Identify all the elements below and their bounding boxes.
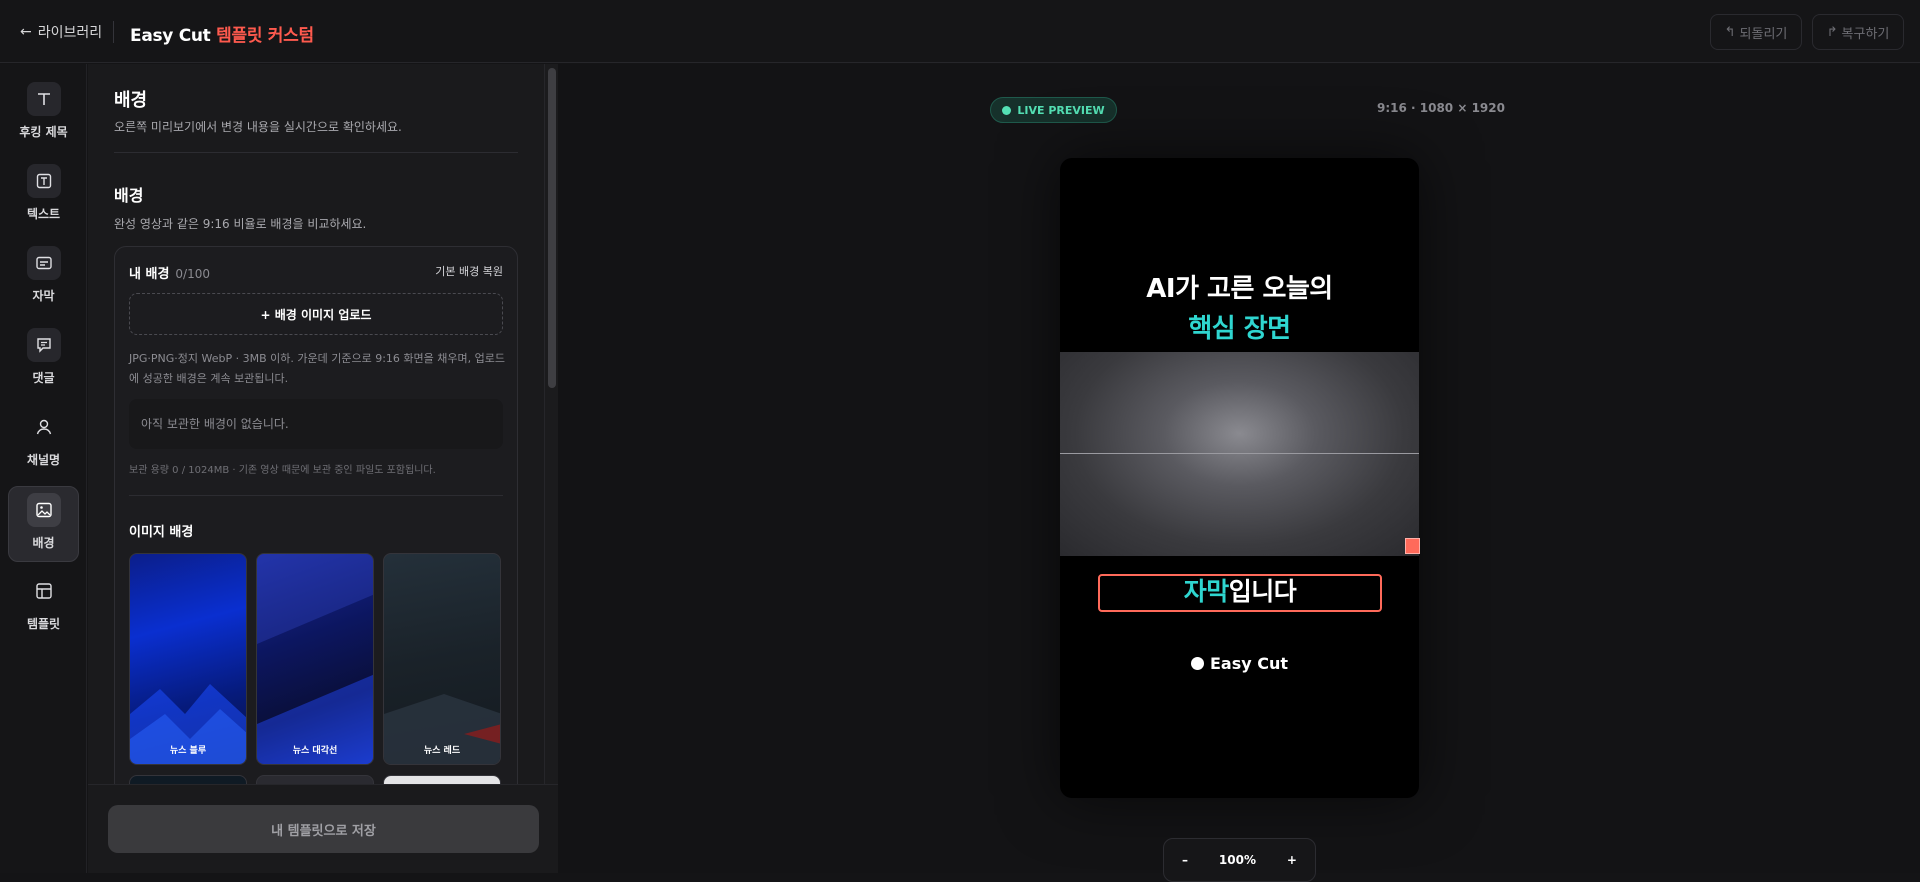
phone-preview: AI가 고른 오늘의 핵심 장면 자막입니다 Easy Cut	[1060, 158, 1419, 798]
background-settings-panel: 배경 오른쪽 미리보기에서 변경 내용을 실시간으로 확인하세요. 배경 완성 …	[88, 64, 548, 784]
title-main: Easy Cut	[130, 26, 211, 46]
zoom-out-button[interactable]: –	[1182, 853, 1188, 867]
thumbnail-art	[384, 694, 500, 764]
thumbnail-art	[257, 554, 373, 764]
my-background-card: 내 배경 0/100 기본 배경 복원 + 배경 이미지 업로드 JPG·PNG·…	[114, 246, 518, 784]
zoom-value: 100%	[1218, 853, 1256, 867]
user-icon	[27, 410, 61, 444]
live-dot-icon	[1002, 105, 1012, 115]
text-box-icon	[26, 164, 61, 198]
arrow-left-icon: ←	[20, 24, 32, 40]
rail-item-label: 배경	[32, 536, 55, 550]
channel-avatar-icon	[1190, 657, 1204, 670]
restore-default-background-button[interactable]: 기본 배경 복원	[435, 263, 503, 279]
rail-item-channel[interactable]: 채널명	[8, 404, 79, 480]
save-template-button[interactable]: 내 템플릿으로 저장	[108, 805, 539, 853]
channel-name-label: Easy Cut	[1209, 654, 1289, 673]
section-subtitle: 완성 영상과 같은 9:16 비율로 배경을 비교하세요.	[114, 217, 367, 231]
background-thumbnail-news-red[interactable]: 뉴스 레드	[383, 553, 501, 765]
storage-usage: 보관 용량 0 / 1024MB · 기존 영상 때문에 보관 중인 파일도 포…	[129, 465, 436, 476]
divider	[113, 21, 114, 43]
back-label: 라이브러리	[37, 25, 103, 41]
undo-label: 되돌리기	[1739, 26, 1788, 42]
panel-subtitle: 오른쪽 미리보기에서 변경 내용을 실시간으로 확인하세요.	[114, 120, 402, 134]
rail-item-template[interactable]: 템플릿	[8, 568, 79, 644]
subtitle-text: 입니다	[1228, 577, 1297, 606]
subtitle-icon	[26, 246, 61, 280]
rail-item-comment[interactable]: 댓글	[8, 322, 79, 398]
layout-icon	[27, 574, 61, 608]
page-title: Easy Cut 템플릿 커스텀	[130, 21, 314, 46]
text-t-icon	[26, 82, 61, 116]
back-to-library-link[interactable]: ← 라이브러리	[20, 22, 102, 42]
aspect-ratio-label: 9:16 · 1080 × 1920	[1377, 101, 1505, 115]
panel-title: 배경	[114, 90, 148, 111]
thumbnail-label: 뉴스 블루	[169, 746, 207, 756]
thumbnail-art	[130, 684, 246, 764]
image-icon	[26, 493, 61, 527]
resize-handle[interactable]	[1405, 538, 1420, 554]
background-thumbnail[interactable]	[129, 775, 247, 784]
zoom-in-button[interactable]: +	[1287, 853, 1297, 867]
top-bar: ← 라이브러리 Easy Cut 템플릿 커스텀 ↰ 되돌리기 ↱ 복구하기	[0, 0, 1920, 63]
zoom-control: – 100% +	[1163, 838, 1316, 882]
undo-button[interactable]: ↰ 되돌리기	[1710, 14, 1802, 50]
upload-hint: JPG·PNG·정지 WebP · 3MB 이하. 가운데 기준으로 9:16 …	[129, 352, 505, 385]
redo-icon: ↱	[1826, 24, 1838, 40]
divider	[114, 152, 518, 153]
rail-item-label: 템플릿	[26, 617, 61, 631]
background-thumbnail-news-diagonal[interactable]: 뉴스 대각선	[256, 553, 374, 765]
section-title: 배경	[114, 186, 144, 205]
redo-label: 복구하기	[1841, 26, 1890, 42]
rail-item-label: 채널명	[26, 453, 61, 467]
center-guide-line	[1060, 453, 1419, 454]
subtitle-highlight: 자막	[1183, 577, 1230, 606]
redo-button[interactable]: ↱ 복구하기	[1812, 14, 1904, 50]
rail-item-subtitle[interactable]: 자막	[8, 240, 79, 316]
background-thumbnail-news-blue[interactable]: 뉴스 블루	[129, 553, 247, 765]
my-background-count: 0/100	[175, 267, 210, 281]
undo-icon: ↰	[1724, 24, 1736, 40]
comment-icon	[26, 328, 61, 362]
left-rail: 후킹 제목 텍스트 자막 댓글 채널명 배경 템플릿	[0, 64, 87, 873]
image-background-title: 이미지 배경	[129, 525, 194, 540]
empty-state: 아직 보관한 배경이 없습니다.	[129, 399, 503, 449]
rail-item-label: 댓글	[32, 371, 55, 385]
rail-item-text[interactable]: 텍스트	[8, 158, 79, 234]
my-background-label: 내 배경	[129, 267, 170, 282]
divider	[129, 495, 503, 496]
hook-title-line2[interactable]: 핵심 장면	[1060, 308, 1419, 345]
rail-item-background[interactable]: 배경	[8, 486, 79, 562]
scrollbar-thumb[interactable]	[548, 68, 556, 388]
rail-item-label: 자막	[32, 289, 55, 303]
hook-title-line1[interactable]: AI가 고른 오늘의	[1060, 268, 1419, 305]
my-background-title: 내 배경 0/100	[129, 263, 210, 282]
channel-name[interactable]: Easy Cut	[1060, 654, 1419, 673]
title-accent: 템플릿 커스텀	[216, 26, 314, 46]
upload-background-button[interactable]: + 배경 이미지 업로드	[129, 293, 503, 335]
panel-scrollbar[interactable]	[544, 64, 558, 784]
live-preview-label: LIVE PREVIEW	[1017, 103, 1105, 117]
background-thumbnail[interactable]	[383, 775, 501, 784]
rail-item-hook-title[interactable]: 후킹 제목	[8, 76, 79, 152]
thumbnail-label: 뉴스 대각선	[292, 746, 338, 756]
background-thumbnail[interactable]	[256, 775, 374, 784]
rail-item-label: 텍스트	[26, 207, 61, 221]
thumbnail-label: 뉴스 레드	[423, 746, 461, 756]
subtitle-box[interactable]: 자막입니다	[1098, 574, 1382, 612]
rail-item-label: 후킹 제목	[19, 125, 68, 139]
save-bar: 내 템플릿으로 저장	[88, 784, 558, 873]
live-preview-badge: LIVE PREVIEW	[990, 97, 1117, 123]
video-area[interactable]	[1060, 352, 1419, 556]
